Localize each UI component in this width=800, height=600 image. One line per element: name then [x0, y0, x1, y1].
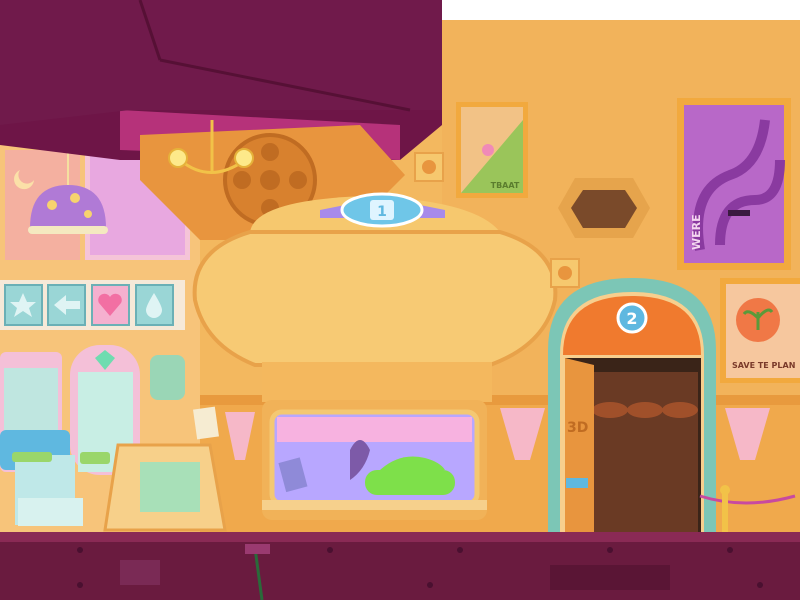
- concession-menu-board: [0, 280, 185, 330]
- toy-car: [365, 470, 455, 495]
- bird-poster[interactable]: TBAAT: [456, 102, 528, 198]
- theater-door-2[interactable]: 2 3D: [548, 278, 716, 540]
- door-3d-label: 3D: [567, 420, 588, 436]
- cinema-lobby-scene: 1 TBAAT WERE SAVE TE PLAN 2 3D: [0, 0, 800, 600]
- kraken-poster-title: WERE: [690, 214, 703, 250]
- plant-poster[interactable]: SAVE TE PLAN: [720, 278, 800, 383]
- bird-poster-title: TBAAT: [491, 181, 520, 190]
- lobby-floor: [0, 532, 800, 600]
- plant-poster-title: SAVE TE PLAN: [732, 361, 795, 370]
- door-number-label: 2: [626, 309, 637, 328]
- kraken-poster[interactable]: WERE: [677, 98, 791, 270]
- ticket-booth-sign-label: 1: [377, 204, 387, 220]
